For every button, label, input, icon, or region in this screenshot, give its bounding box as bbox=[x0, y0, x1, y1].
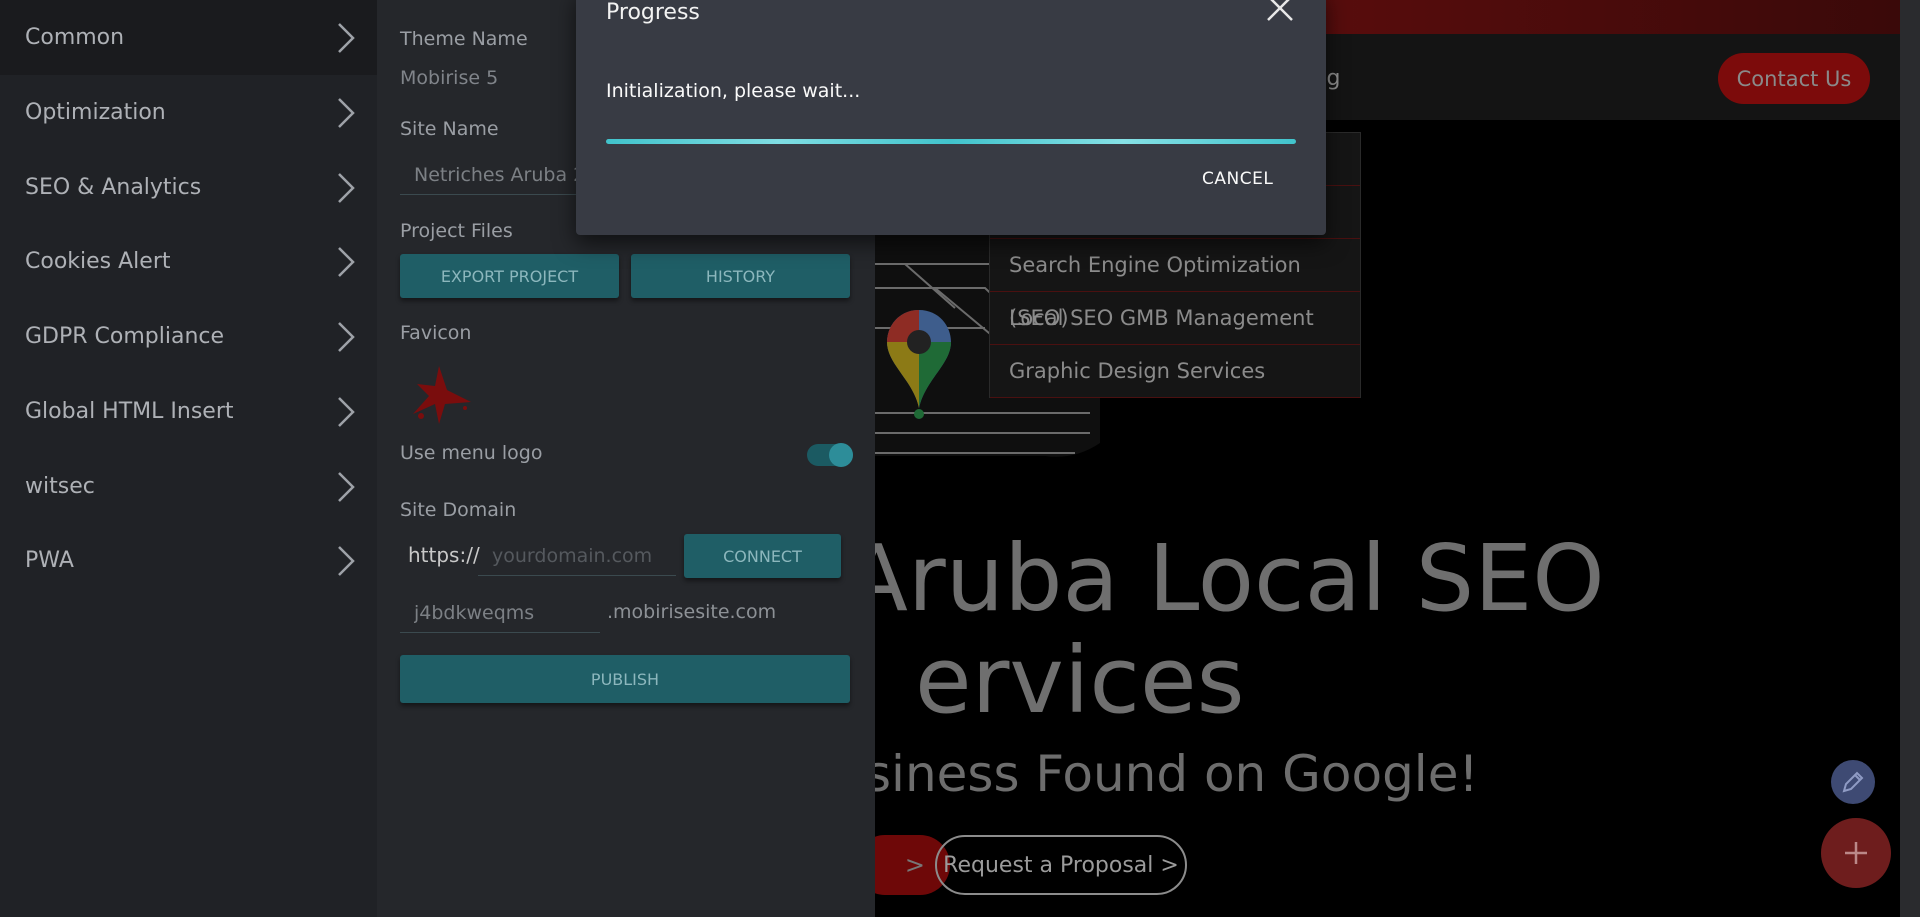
cancel-button[interactable]: CANCEL bbox=[1196, 168, 1279, 190]
sidebar-item-witsec[interactable]: witsec bbox=[0, 449, 377, 524]
sidebar-item-common[interactable]: Common bbox=[0, 0, 377, 75]
sidebar-item-pwa[interactable]: PWA bbox=[0, 523, 377, 598]
hero-title-line1: Aruba Local SEO bbox=[875, 525, 1605, 632]
chevron-right-icon bbox=[335, 544, 357, 578]
site-name-input[interactable] bbox=[400, 155, 600, 195]
chevron-right-icon bbox=[335, 21, 357, 55]
edit-block-button[interactable] bbox=[1831, 760, 1875, 804]
pencil-icon bbox=[1842, 771, 1864, 793]
subdomain-input[interactable] bbox=[400, 593, 600, 633]
chevron-right-icon bbox=[335, 171, 357, 205]
protocol-prefix: https:// bbox=[408, 543, 480, 567]
map-pin-icon bbox=[887, 310, 951, 419]
hero-subtitle: siness Found on Google! bbox=[875, 745, 1479, 803]
sidebar-item-gdpr-compliance[interactable]: GDPR Compliance bbox=[0, 299, 377, 374]
settings-sidebar: Common Optimization SEO & Analytics Cook… bbox=[0, 0, 377, 917]
sidebar-item-label: Global HTML Insert bbox=[25, 399, 234, 424]
sidebar-item-cookies-alert[interactable]: Cookies Alert bbox=[0, 224, 377, 299]
progress-dialog: Progress Initialization, please wait... … bbox=[576, 0, 1326, 235]
publish-button[interactable]: PUBLISH bbox=[400, 655, 850, 703]
add-block-button[interactable] bbox=[1821, 818, 1891, 888]
project-files-label: Project Files bbox=[400, 220, 513, 242]
dropdown-item-graphic-design[interactable]: Graphic Design Services bbox=[990, 345, 1360, 398]
hero-title: Aruba Local SEO ervices bbox=[875, 528, 1605, 732]
page-scrollbar[interactable] bbox=[1900, 0, 1920, 917]
close-icon[interactable] bbox=[1266, 0, 1294, 22]
sidebar-item-label: GDPR Compliance bbox=[25, 324, 225, 349]
chevron-right-icon bbox=[335, 96, 357, 130]
chevron-right-icon bbox=[335, 470, 357, 504]
connect-button[interactable]: CONNECT bbox=[684, 534, 841, 578]
dialog-title: Progress bbox=[606, 0, 700, 25]
sidebar-item-label: PWA bbox=[25, 548, 74, 573]
dropdown-item-local-seo[interactable]: Local SEO GMB Management bbox=[990, 292, 1360, 345]
history-button[interactable]: HISTORY bbox=[631, 254, 850, 298]
domain-input[interactable] bbox=[478, 536, 676, 576]
theme-name-value: Mobirise 5 bbox=[400, 67, 499, 89]
export-project-button[interactable]: EXPORT PROJECT bbox=[400, 254, 619, 298]
sidebar-item-label: Optimization bbox=[25, 100, 166, 125]
sidebar-item-seo-analytics[interactable]: SEO & Analytics bbox=[0, 150, 377, 225]
favicon-label: Favicon bbox=[400, 322, 472, 344]
plus-icon bbox=[1845, 842, 1867, 864]
toggle-knob bbox=[829, 443, 853, 467]
sidebar-item-global-html-insert[interactable]: Global HTML Insert bbox=[0, 374, 377, 449]
sidebar-item-optimization[interactable]: Optimization bbox=[0, 75, 377, 150]
dialog-message: Initialization, please wait... bbox=[606, 80, 861, 102]
request-proposal-button[interactable]: Request a Proposal > bbox=[935, 835, 1187, 895]
sidebar-item-label: Cookies Alert bbox=[25, 249, 171, 274]
dropdown-item-seo[interactable]: Search Engine Optimization (SEO) bbox=[990, 239, 1360, 330]
favicon-logo[interactable] bbox=[409, 364, 473, 426]
chevron-right-icon bbox=[335, 395, 357, 429]
chevron-right-icon bbox=[335, 320, 357, 354]
hero-title-line2: ervices bbox=[915, 627, 1245, 734]
use-menu-logo-label: Use menu logo bbox=[400, 442, 543, 464]
sidebar-item-label: Common bbox=[25, 25, 125, 50]
contact-us-button[interactable]: Contact Us bbox=[1718, 53, 1870, 104]
sidebar-item-label: witsec bbox=[25, 474, 95, 499]
site-name-label: Site Name bbox=[400, 118, 499, 140]
theme-name-label: Theme Name bbox=[400, 28, 528, 50]
subdomain-suffix: .mobirisesite.com bbox=[607, 601, 777, 623]
use-menu-logo-toggle[interactable] bbox=[807, 443, 853, 467]
site-domain-label: Site Domain bbox=[400, 499, 517, 521]
progress-bar bbox=[606, 139, 1296, 144]
sidebar-item-label: SEO & Analytics bbox=[25, 175, 202, 200]
chevron-right-icon bbox=[335, 245, 357, 279]
